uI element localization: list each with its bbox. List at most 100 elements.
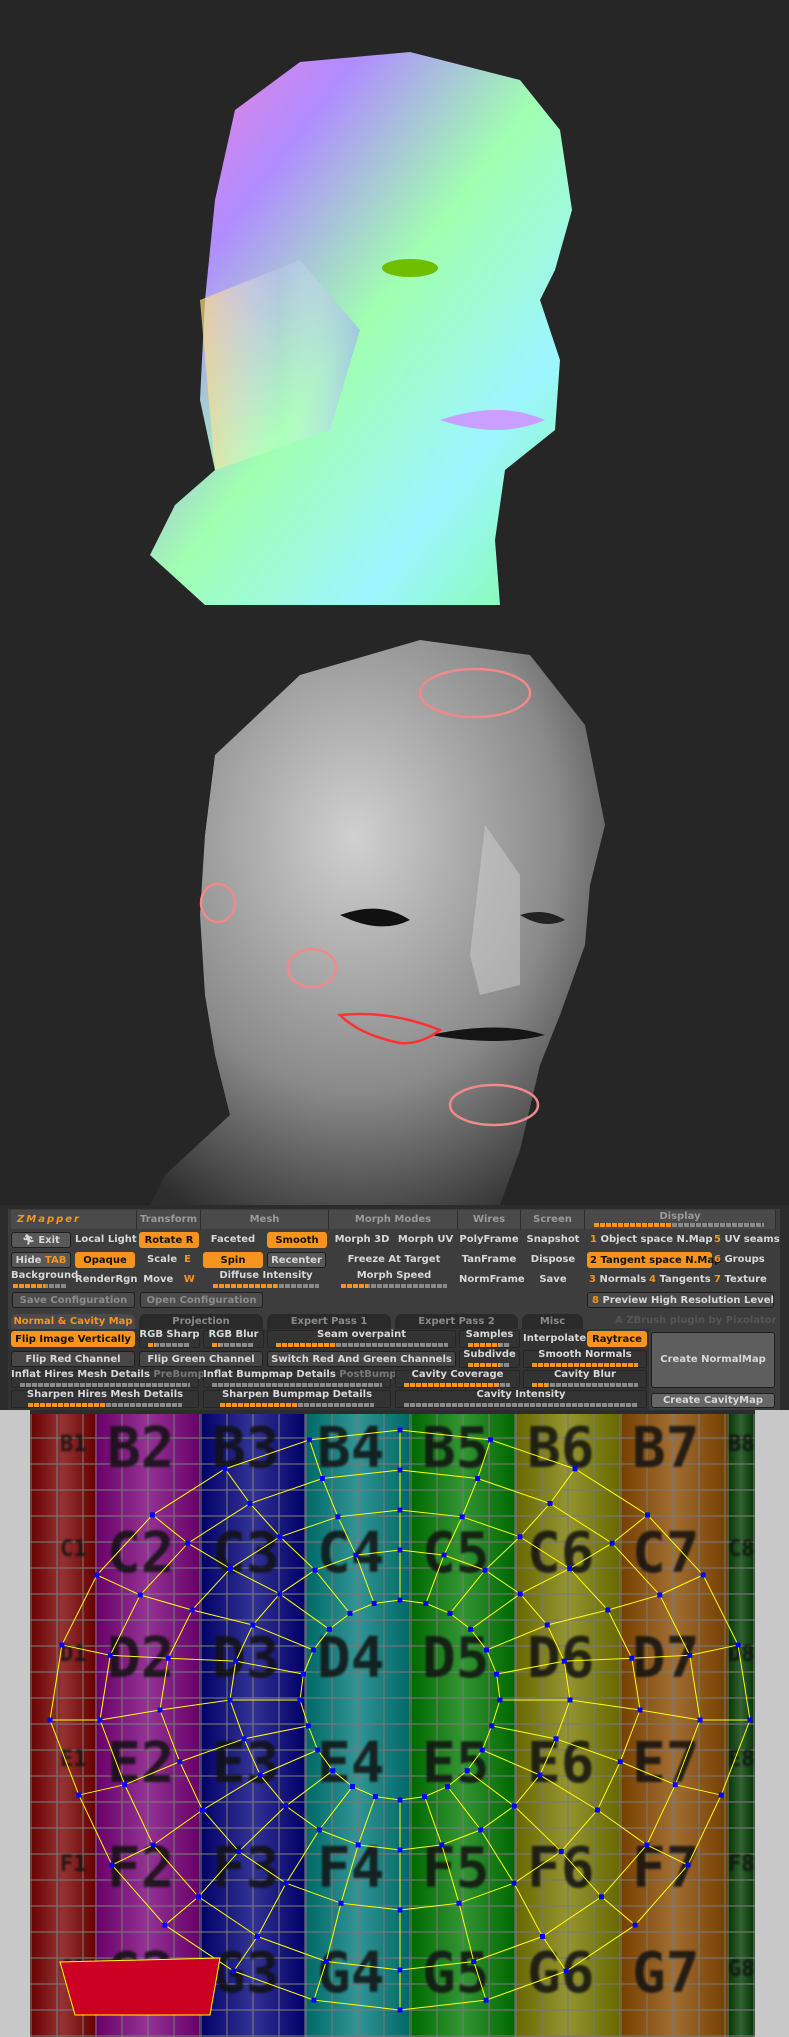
wire-edge xyxy=(152,1514,330,1630)
snapshot-button[interactable]: Snapshot xyxy=(523,1232,583,1248)
slider-fill xyxy=(13,1284,46,1288)
sharpen-hires-slider[interactable] xyxy=(28,1403,182,1407)
cavity-blur-slider[interactable] xyxy=(532,1383,638,1387)
dispose-button[interactable]: Dispose xyxy=(523,1252,583,1268)
morph-uv-button[interactable]: Morph UV xyxy=(395,1232,456,1248)
cavity-intensity-slider[interactable] xyxy=(404,1403,638,1407)
faceted-button[interactable]: Faceted xyxy=(203,1232,263,1248)
smooth-button[interactable]: Smooth xyxy=(267,1232,327,1248)
samples-slider[interactable] xyxy=(468,1343,510,1347)
inflat-bumpmap-slider[interactable] xyxy=(212,1383,382,1387)
sharpen-bumpmap-slider[interactable] xyxy=(220,1403,374,1407)
uv-vertex xyxy=(484,1647,490,1653)
scale-button[interactable]: Scale E xyxy=(139,1252,199,1268)
display-normals[interactable]: 3 Normals xyxy=(587,1272,647,1288)
rotate-button[interactable]: Rotate R xyxy=(139,1232,199,1248)
tanframe-button[interactable]: TanFrame xyxy=(459,1252,519,1268)
zmapper-title: ZMapper xyxy=(11,1210,137,1229)
sharpen-hires-label: Sharpen Hires Mesh Details xyxy=(26,1389,184,1400)
display-slider[interactable] xyxy=(594,1223,764,1227)
uv-vertex xyxy=(311,1997,317,2003)
tab-expert-pass-1[interactable]: Expert Pass 1 xyxy=(267,1314,391,1329)
spin-button[interactable]: Spin xyxy=(203,1252,263,1268)
hide-tab-button[interactable]: Hide TAB xyxy=(11,1252,71,1268)
uv-vertex xyxy=(397,1907,403,1913)
uv-vertex xyxy=(97,1717,103,1723)
subdivide-label: Subdivde xyxy=(463,1349,516,1360)
uv-vertex xyxy=(397,1967,403,1973)
save-button[interactable]: Save xyxy=(523,1272,583,1288)
uv-vertex xyxy=(397,1507,403,1513)
flip-green-channel-button[interactable]: Flip Green Channel xyxy=(139,1351,263,1367)
uv-vertex xyxy=(283,1880,289,1886)
uv-vertex xyxy=(468,1626,474,1632)
polyframe-button[interactable]: PolyFrame xyxy=(459,1232,519,1248)
opaque-button[interactable]: Opaque xyxy=(75,1252,135,1268)
cavity-coverage-slider[interactable] xyxy=(404,1383,510,1387)
raytrace-button[interactable]: Raytrace xyxy=(587,1331,647,1347)
rgb-sharp-slider[interactable] xyxy=(148,1343,190,1347)
display-object-space-nmap[interactable]: 1 Object space N.Map xyxy=(588,1232,713,1248)
header-morph-modes: Morph Modes xyxy=(329,1210,458,1229)
exit-button[interactable]: 🏃︎ Exit xyxy=(11,1232,71,1248)
background-slider[interactable] xyxy=(13,1284,67,1288)
morph-speed-slider[interactable] xyxy=(341,1284,447,1288)
switch-red-green-button[interactable]: Switch Red And Green Channels xyxy=(267,1351,456,1367)
preview-high-resolution-button[interactable]: 8 Preview High Resolution Level xyxy=(587,1292,774,1308)
uv-vertex xyxy=(475,1476,481,1482)
display-tangents[interactable]: 4 Tangents xyxy=(649,1272,711,1288)
display-uv-seams[interactable]: 5 UV seams xyxy=(714,1232,780,1248)
uv-vertex xyxy=(306,1437,312,1443)
display-texture[interactable]: 7 Texture xyxy=(714,1272,778,1288)
inflat-hires-slider[interactable] xyxy=(20,1383,190,1387)
uv-vertex xyxy=(137,1592,143,1598)
slider-fill xyxy=(213,1284,277,1288)
rgb-blur-slider[interactable] xyxy=(212,1343,254,1347)
interpolate-button[interactable]: Interpolate xyxy=(523,1331,586,1347)
flip-red-channel-button[interactable]: Flip Red Channel xyxy=(11,1351,135,1367)
tab-normal-cavity-map[interactable]: Normal & Cavity Map xyxy=(11,1314,135,1329)
wire-edge xyxy=(313,1796,376,2001)
uv-vertex xyxy=(338,1900,344,1906)
create-normalmap-button[interactable]: Create NormalMap xyxy=(651,1332,775,1388)
tab-misc[interactable]: Misc xyxy=(522,1314,583,1329)
tab-projection[interactable]: Projection xyxy=(139,1314,263,1329)
morph-3d-button[interactable]: Morph 3D xyxy=(331,1232,393,1248)
uv-island-teeth xyxy=(59,1957,221,2016)
flip-image-vertically-button[interactable]: Flip Image Vertically xyxy=(11,1331,135,1347)
uv-vertex xyxy=(189,1607,195,1613)
header-wires: Wires xyxy=(458,1210,521,1229)
wire-edge xyxy=(308,1439,375,1604)
wire-edge xyxy=(61,1644,304,1675)
tab-expert-pass-2[interactable]: Expert Pass 2 xyxy=(395,1314,518,1329)
uv-vertex xyxy=(553,1736,559,1742)
save-configuration-button[interactable]: Save Configuration xyxy=(12,1292,135,1308)
subdivide-slider[interactable] xyxy=(468,1363,510,1367)
recenter-button[interactable]: Recenter xyxy=(267,1252,326,1268)
uv-vertex xyxy=(305,1723,311,1729)
uv-vertex xyxy=(489,1723,495,1729)
open-configuration-button[interactable]: Open Configuration xyxy=(140,1292,263,1308)
sharpen-bumpmap-label: Sharpen Bumpmap Details xyxy=(221,1389,373,1400)
uv-vertex xyxy=(637,1707,643,1713)
uv-vertex xyxy=(310,1647,316,1653)
create-cavitymap-button[interactable]: Create CavityMap xyxy=(651,1393,775,1408)
uv-vertex xyxy=(397,1847,403,1853)
uv-vertex xyxy=(439,1842,445,1848)
render-region-button[interactable]: RenderRgn xyxy=(75,1272,137,1288)
smooth-normals-label: Smooth Normals xyxy=(538,1349,632,1360)
uv-vertex xyxy=(397,2007,403,2013)
freeze-at-target-button[interactable]: Freeze At Target xyxy=(333,1252,455,1268)
seam-overpaint-slider[interactable] xyxy=(276,1343,448,1347)
wire-edge xyxy=(447,1786,567,1972)
uv-vertex xyxy=(330,1768,336,1774)
move-button[interactable]: Move W xyxy=(139,1272,199,1288)
local-light-toggle[interactable]: Local Light xyxy=(75,1232,137,1248)
display-groups[interactable]: 6 Groups xyxy=(714,1252,778,1268)
normframe-button[interactable]: NormFrame xyxy=(459,1272,525,1288)
background-label: Background xyxy=(11,1270,79,1281)
diffuse-intensity-slider[interactable] xyxy=(213,1284,319,1288)
display-tangent-space-nmap[interactable]: 2 Tangent space N.Map xyxy=(587,1252,721,1268)
uv-vertex xyxy=(464,1768,470,1774)
smooth-normals-slider[interactable] xyxy=(532,1363,638,1367)
